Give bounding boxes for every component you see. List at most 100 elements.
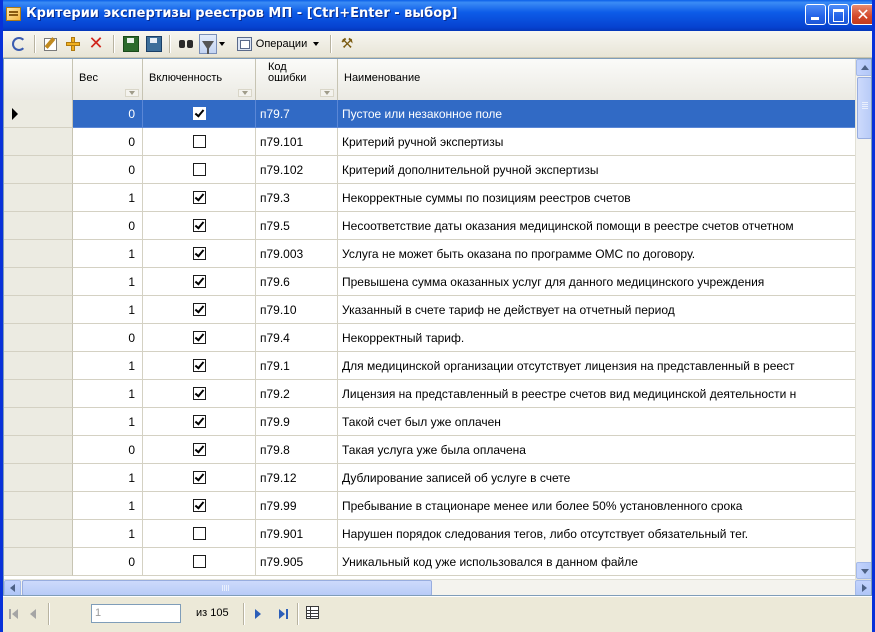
column-header-included[interactable]: Включенность — [143, 59, 256, 100]
row-selector[interactable] — [4, 436, 73, 464]
cell-weight[interactable]: 0 — [73, 548, 143, 576]
row-selector[interactable] — [4, 268, 73, 296]
cell-weight[interactable]: 1 — [73, 464, 143, 492]
table-row[interactable]: 0 п79.101 Критерий ручной экспертизы — [73, 128, 856, 156]
cell-name[interactable]: Некорректные суммы по позициям реестров … — [338, 184, 856, 212]
table-row[interactable]: 1 п79.1 Для медицинской организации отсутс… — [73, 352, 856, 380]
close-button[interactable]: ✕ — [851, 4, 872, 25]
cell-error-code[interactable]: п79.901 — [256, 520, 338, 548]
cell-error-code[interactable]: п79.99 — [256, 492, 338, 520]
cell-name[interactable]: Пребывание в стационаре менее или более … — [338, 492, 856, 520]
save-all-button[interactable] — [144, 34, 164, 54]
scroll-right-button[interactable] — [855, 580, 871, 595]
table-row[interactable]: 0 п79.4 Некорректный тариф. — [73, 324, 856, 352]
cell-weight[interactable]: 1 — [73, 380, 143, 408]
record-position-input[interactable]: 1 — [91, 604, 181, 623]
table-row[interactable]: 0 п79.5 Несоответствие даты оказания медиц… — [73, 212, 856, 240]
row-selector[interactable] — [4, 464, 73, 492]
title-bar[interactable]: Критерии экспертизы реестров МП - [Ctrl+… — [3, 0, 872, 31]
cell-name[interactable]: Несоответствие даты оказания медицинской… — [338, 212, 856, 240]
cell-name[interactable]: Услуга не может быть оказана по программ… — [338, 240, 856, 268]
table-row[interactable]: 1 п79.6 Превышена сумма оказанных услуг дл… — [73, 268, 856, 296]
row-selector[interactable] — [4, 492, 73, 520]
cell-error-code[interactable]: п79.905 — [256, 548, 338, 576]
row-selector[interactable] — [4, 212, 73, 240]
checkbox-checked[interactable] — [192, 303, 206, 317]
column-header-name[interactable]: Наименование — [338, 59, 856, 100]
cell-weight[interactable]: 1 — [73, 352, 143, 380]
checkbox-checked[interactable] — [192, 471, 206, 485]
cell-name[interactable]: Лицензия на представленный в реестре сче… — [338, 380, 856, 408]
horizontal-scrollbar[interactable] — [4, 579, 871, 595]
cell-name[interactable]: Для медицинской организации отсутствует … — [338, 352, 856, 380]
checkbox-unchecked[interactable] — [192, 527, 206, 541]
cell-weight[interactable]: 1 — [73, 240, 143, 268]
checkbox-checked[interactable] — [192, 387, 206, 401]
checkbox-unchecked[interactable] — [192, 135, 206, 149]
cell-weight[interactable]: 0 — [73, 100, 143, 128]
cell-name[interactable]: Некорректный тариф. — [338, 324, 856, 352]
checkbox-checked[interactable] — [192, 359, 206, 373]
scroll-up-button[interactable] — [856, 59, 871, 76]
cell-error-code[interactable]: п79.4 — [256, 324, 338, 352]
cell-name[interactable]: Дублирование записей об услуге в счете — [338, 464, 856, 492]
cell-error-code[interactable]: п79.8 — [256, 436, 338, 464]
table-row[interactable]: 0 п79.7 Пустое или незаконное поле — [73, 100, 856, 128]
cell-name[interactable]: Пустое или незаконное поле — [338, 100, 856, 128]
cell-weight[interactable]: 0 — [73, 436, 143, 464]
table-row[interactable]: 1 п79.3 Некорректные суммы по позициям рее… — [73, 184, 856, 212]
row-selector[interactable] — [4, 100, 73, 128]
scroll-down-button[interactable] — [856, 562, 871, 579]
cell-error-code[interactable]: п79.003 — [256, 240, 338, 268]
cell-name[interactable]: Уникальный код уже использовался в данно… — [338, 548, 856, 576]
cell-weight[interactable]: 1 — [73, 184, 143, 212]
refresh-button[interactable] — [9, 34, 29, 54]
operations-button[interactable]: Операции — [231, 34, 325, 54]
filter-dropdown[interactable] — [217, 34, 227, 54]
add-button[interactable] — [63, 34, 83, 54]
column-header-code[interactable]: Код ошибки — [256, 59, 338, 100]
cell-error-code[interactable]: п79.12 — [256, 464, 338, 492]
checkbox-checked[interactable] — [192, 247, 206, 261]
table-row[interactable]: 0 п79.102 Критерий дополнительной ручной э… — [73, 156, 856, 184]
checkbox-checked[interactable] — [192, 499, 206, 513]
checkbox-checked[interactable] — [192, 331, 206, 345]
checkbox-checked[interactable] — [192, 275, 206, 289]
cell-error-code[interactable]: п79.2 — [256, 380, 338, 408]
row-selector[interactable] — [4, 184, 73, 212]
checkbox-checked[interactable] — [192, 191, 206, 205]
maximize-button[interactable] — [828, 4, 849, 25]
row-selector[interactable] — [4, 408, 73, 436]
table-row[interactable]: 0 п79.905 Уникальный код уже использовался… — [73, 548, 856, 576]
cell-error-code[interactable]: п79.10 — [256, 296, 338, 324]
table-row[interactable]: 1 п79.2 Лицензия на представленный в реест… — [73, 380, 856, 408]
checkbox-unchecked[interactable] — [192, 163, 206, 177]
cell-name[interactable]: Превышена сумма оказанных услуг для данн… — [338, 268, 856, 296]
cell-weight[interactable]: 1 — [73, 408, 143, 436]
cell-weight[interactable]: 0 — [73, 212, 143, 240]
checkbox-checked[interactable] — [192, 107, 206, 121]
row-selector[interactable] — [4, 548, 73, 576]
column-filter-icon[interactable] — [320, 89, 334, 97]
checkbox-checked[interactable] — [192, 415, 206, 429]
cell-error-code[interactable]: п79.6 — [256, 268, 338, 296]
checkbox-unchecked[interactable] — [192, 555, 206, 569]
cell-name[interactable]: Критерий ручной экспертизы — [338, 128, 856, 156]
last-record-button[interactable] — [276, 607, 290, 621]
table-row[interactable]: 1 п79.12 Дублирование записей об услуге в … — [73, 464, 856, 492]
column-header-weight[interactable]: Вес — [73, 59, 143, 100]
cell-error-code[interactable]: п79.102 — [256, 156, 338, 184]
cell-error-code[interactable]: п79.7 — [256, 100, 338, 128]
previous-record-button[interactable] — [27, 607, 41, 621]
row-selector[interactable] — [4, 380, 73, 408]
cell-weight[interactable]: 0 — [73, 324, 143, 352]
cell-weight[interactable]: 1 — [73, 520, 143, 548]
column-filter-icon[interactable] — [125, 89, 139, 97]
row-selector[interactable] — [4, 296, 73, 324]
scroll-left-button[interactable] — [4, 580, 21, 595]
next-record-button[interactable] — [252, 607, 266, 621]
delete-button[interactable]: ✕ — [86, 34, 106, 54]
cell-error-code[interactable]: п79.1 — [256, 352, 338, 380]
cell-error-code[interactable]: п79.3 — [256, 184, 338, 212]
cell-weight[interactable]: 1 — [73, 492, 143, 520]
